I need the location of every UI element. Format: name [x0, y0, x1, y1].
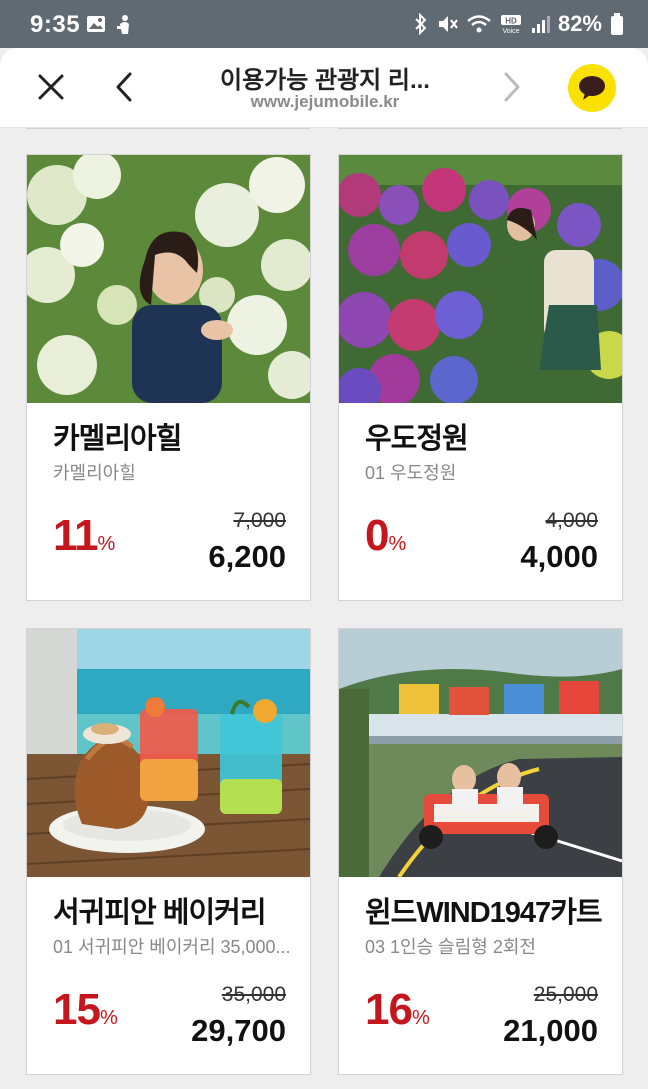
- battery-percent: 82%: [557, 11, 602, 36]
- forward-icon[interactable]: [498, 70, 524, 104]
- discount-percent: %: [97, 533, 116, 555]
- original-price: 4,000: [545, 509, 598, 532]
- notification-icons: [86, 14, 134, 36]
- product-name: 윈드WIND1947카트: [365, 897, 603, 929]
- status-time: 9:35: [30, 11, 81, 38]
- discount-value: 15: [53, 985, 101, 1034]
- product-image: [339, 155, 622, 403]
- bluetooth-icon: [414, 13, 428, 35]
- discount-value: 16: [365, 985, 413, 1034]
- close-icon[interactable]: [34, 70, 68, 104]
- kakao-talk-icon[interactable]: [568, 64, 616, 112]
- discount-percent: %: [411, 1007, 430, 1029]
- sale-price: 6,200: [208, 539, 286, 574]
- browser-header: 이용가능 관광지 리... www.jejumobile.kr: [0, 48, 648, 128]
- product-card[interactable]: 서귀피안 베이커리 01 서귀피안 베이커리 35,000... 15% 35,…: [26, 628, 311, 1075]
- product-subtitle: 카멜리아힐: [53, 463, 136, 483]
- product-image: [339, 629, 622, 877]
- discount-rate: 11%: [53, 511, 115, 561]
- discount-percent: %: [99, 1007, 118, 1029]
- svg-text:HD: HD: [505, 17, 517, 26]
- discount-rate: 15%: [53, 985, 118, 1035]
- original-price: 35,000: [221, 983, 286, 1006]
- product-card[interactable]: 카멜리아힐 카멜리아힐 11% 7,000 6,200: [26, 154, 311, 601]
- discount-rate: 0%: [365, 511, 406, 561]
- page-title: 이용가능 관광지 리...: [220, 67, 430, 94]
- product-name: 우도정원: [365, 423, 469, 455]
- hd-voice-icon: HD Voice: [500, 13, 522, 35]
- signal-icon: [530, 14, 550, 34]
- sale-price: 4,000: [520, 539, 598, 574]
- original-price: 25,000: [533, 983, 598, 1006]
- wifi-icon: [466, 13, 492, 35]
- product-image: [27, 629, 310, 877]
- product-subtitle: 01 서귀피안 베이커리 35,000...: [53, 937, 291, 957]
- previous-card-bottom: [338, 128, 622, 129]
- product-card[interactable]: 우도정원 01 우도정원 0% 4,000 4,000: [338, 154, 623, 601]
- product-subtitle: 03 1인승 슬림형 2회전: [365, 937, 536, 957]
- svg-text:Voice: Voice: [502, 28, 519, 35]
- product-list: 카멜리아힐 카멜리아힐 11% 7,000 6,200 우도정원 01 우도정원…: [0, 128, 648, 1089]
- discount-percent: %: [388, 533, 407, 555]
- product-subtitle: 01 우도정원: [365, 463, 457, 483]
- gallery-icon: [86, 14, 106, 36]
- product-image: [27, 155, 310, 403]
- product-name: 카멜리아힐: [53, 423, 182, 455]
- back-icon[interactable]: [112, 70, 138, 104]
- discount-value: 0: [365, 511, 390, 560]
- discount-rate: 16%: [365, 985, 430, 1035]
- sale-price: 21,000: [503, 1013, 598, 1048]
- original-price: 7,000: [233, 509, 286, 532]
- product-card[interactable]: 윈드WIND1947카트 03 1인승 슬림형 2회전 16% 25,000 2…: [338, 628, 623, 1075]
- person-icon: [114, 14, 134, 36]
- page-url: www.jejumobile.kr: [250, 92, 400, 111]
- system-icons: HD Voice 82%: [414, 11, 624, 37]
- battery-icon: [610, 12, 624, 36]
- previous-card-bottom: [26, 128, 310, 129]
- product-name: 서귀피안 베이커리: [53, 897, 266, 929]
- discount-value: 11: [53, 511, 99, 560]
- sale-price: 29,700: [191, 1013, 286, 1048]
- mute-icon: [436, 13, 458, 35]
- status-bar: 9:35 HD Voice 82%: [0, 0, 648, 48]
